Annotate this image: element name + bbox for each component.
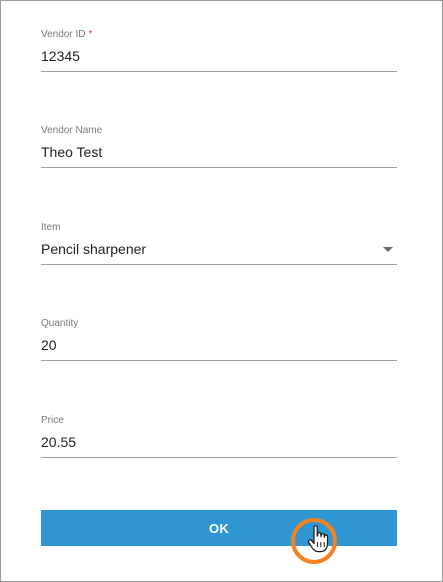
- vendor-name-input[interactable]: Theo Test: [41, 144, 397, 161]
- vendor-name-field[interactable]: Vendor Name Theo Test: [41, 125, 397, 168]
- hand-pointer-icon: [307, 525, 329, 553]
- vendor-id-underline: [41, 71, 397, 72]
- item-select[interactable]: Item Pencil sharpener: [41, 222, 397, 265]
- dialog-frame: Vendor ID * 12345 Vendor Name Theo Test I…: [0, 0, 443, 582]
- vendor-id-input[interactable]: 12345: [41, 48, 397, 65]
- vendor-id-field[interactable]: Vendor ID * 12345: [41, 29, 397, 72]
- quantity-underline: [41, 360, 397, 361]
- vendor-name-label: Vendor Name: [41, 125, 103, 136]
- price-underline: [41, 457, 397, 458]
- quantity-label: Quantity: [41, 318, 79, 329]
- vendor-name-underline: [41, 167, 397, 168]
- item-underline: [41, 264, 397, 265]
- dropdown-arrow-icon[interactable]: [383, 247, 393, 252]
- item-label: Item: [41, 222, 61, 233]
- quantity-field[interactable]: Quantity 20: [41, 318, 397, 361]
- required-indicator: *: [88, 29, 93, 40]
- price-label: Price: [41, 415, 64, 426]
- ok-button[interactable]: OK: [41, 510, 397, 546]
- item-selected-value[interactable]: Pencil sharpener: [41, 241, 397, 258]
- quantity-input[interactable]: 20: [41, 337, 397, 354]
- price-input[interactable]: 20.55: [41, 434, 397, 451]
- price-field[interactable]: Price 20.55: [41, 415, 397, 458]
- vendor-id-label: Vendor ID *: [41, 29, 93, 40]
